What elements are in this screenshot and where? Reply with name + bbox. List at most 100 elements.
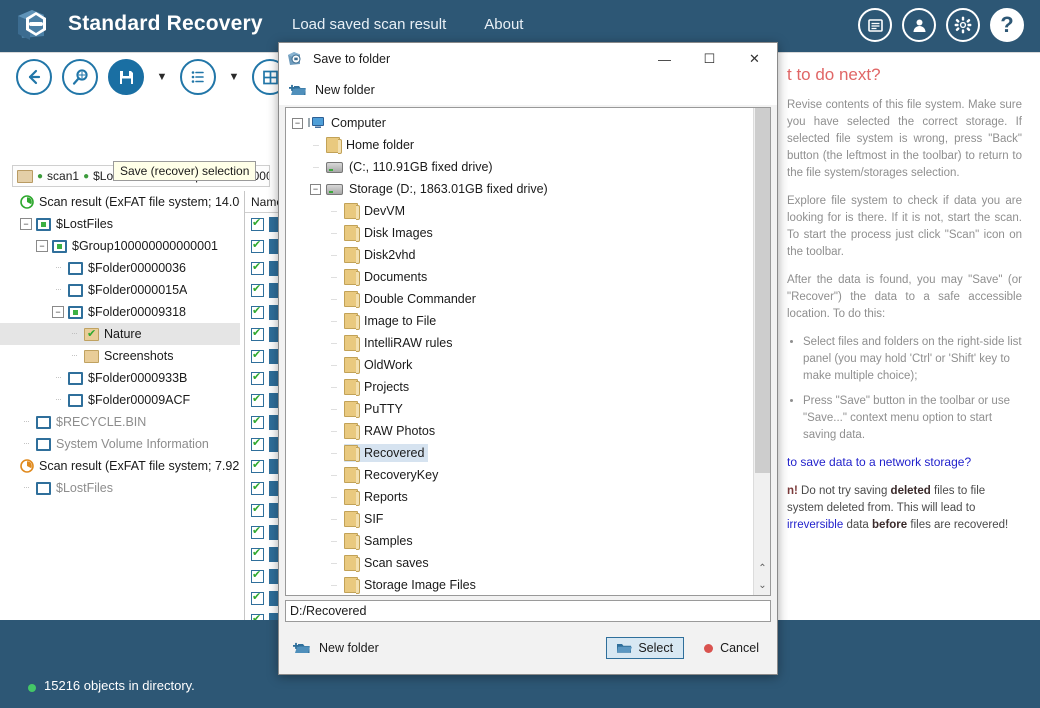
dialog-tree-item[interactable]: − Computer <box>286 112 753 134</box>
dialog-tree-item[interactable]: ··· Storage Image Files <box>286 574 753 595</box>
tree-item[interactable]: ··· $LostFiles <box>0 477 240 499</box>
dialog-tree-item[interactable]: ··· Recovered <box>286 442 753 464</box>
dialog-scrollbar-thumb[interactable] <box>755 108 770 473</box>
dialog-tree-item[interactable]: ··· PuTTY <box>286 398 753 420</box>
row-checkbox[interactable] <box>251 480 264 495</box>
tree-item[interactable]: ··· $Folder0000933B <box>0 367 240 389</box>
dialog-tree-item-label: Computer <box>331 116 386 130</box>
row-checkbox[interactable] <box>251 524 264 539</box>
row-checkbox[interactable] <box>251 348 264 363</box>
row-checkbox[interactable] <box>251 238 264 253</box>
dialog-tree-item[interactable]: ··· (C:, 110.91GB fixed drive) <box>286 156 753 178</box>
tree-item[interactable]: − $Folder00009318 <box>0 301 240 323</box>
dialog-tree-item[interactable]: − Storage (D:, 1863.01GB fixed drive) <box>286 178 753 200</box>
tree-item[interactable]: ··· $Folder00009ACF <box>0 389 240 411</box>
row-checkbox[interactable] <box>251 326 264 341</box>
notes-icon[interactable] <box>858 8 892 42</box>
list-options-dropdown-caret[interactable]: ▼ <box>226 71 242 83</box>
tree-item[interactable]: ··· $RECYCLE.BIN <box>0 411 240 433</box>
scan-button[interactable] <box>62 59 98 95</box>
app-title: Standard Recovery <box>68 12 263 35</box>
row-checkbox[interactable] <box>251 216 264 231</box>
breadcrumb-segment-0[interactable]: scan1 <box>47 169 79 183</box>
tree-item[interactable]: Scan result (ExFAT file system; 14.06 GB… <box>0 191 240 213</box>
dialog-tree-item[interactable]: ··· IntelliRAW rules <box>286 332 753 354</box>
row-checkbox[interactable] <box>251 414 264 429</box>
tree-item[interactable]: ··· $Folder0000015A <box>0 279 240 301</box>
dialog-tree-item[interactable]: ··· Image to File <box>286 310 753 332</box>
folder-icon <box>344 555 360 572</box>
dialog-tree-item[interactable]: ··· Projects <box>286 376 753 398</box>
row-checkbox[interactable] <box>251 590 264 605</box>
menu-about[interactable]: About <box>484 16 523 33</box>
select-button[interactable]: Select <box>606 637 685 659</box>
dialog-tree-item[interactable]: ··· Documents <box>286 266 753 288</box>
dialog-tree-item[interactable]: ··· Double Commander <box>286 288 753 310</box>
row-checkbox[interactable] <box>251 260 264 275</box>
dialog-tree-item[interactable]: ··· OldWork <box>286 354 753 376</box>
dialog-folder-tree[interactable]: − Computer ··· Home folder ··· (C:, 110.91GB … <box>286 108 753 595</box>
help-network-storage-link[interactable]: to save data to a network storage? <box>787 455 1022 469</box>
selected-path-field[interactable]: D:/Recovered <box>285 600 771 622</box>
dialog-tree-item[interactable]: ··· DevVM <box>286 200 753 222</box>
new-folder-button-bottom[interactable]: New folder <box>293 641 379 656</box>
cancel-button[interactable]: Cancel <box>698 638 765 658</box>
menu-load-saved-scan-result[interactable]: Load saved scan result <box>292 16 446 33</box>
dialog-tree-item[interactable]: ··· RAW Photos <box>286 420 753 442</box>
scroll-up-arrow-icon[interactable]: ⌃ <box>755 561 770 577</box>
clock-orange-icon <box>20 459 34 473</box>
tree-item[interactable]: ··· ✔ Nature <box>0 323 240 345</box>
maximize-button[interactable]: ☐ <box>687 43 732 75</box>
dialog-tree-item[interactable]: ··· Samples <box>286 530 753 552</box>
expander-minus-icon[interactable]: − <box>292 117 303 129</box>
dialog-tree-item[interactable]: ··· Scan saves <box>286 552 753 574</box>
folder-blue-icon <box>68 261 83 275</box>
help-icon[interactable]: ? <box>990 8 1024 42</box>
row-checkbox[interactable] <box>251 568 264 583</box>
tree-item[interactable]: Scan result (ExFAT file system; 7.92 GB … <box>0 455 240 477</box>
folder-blue-icon <box>36 437 51 451</box>
scan-result-tree[interactable]: Scan result (ExFAT file system; 14.06 GB… <box>0 191 240 641</box>
expander-minus-icon[interactable]: − <box>20 218 32 230</box>
dialog-tree-item[interactable]: ··· Disk Images <box>286 222 753 244</box>
expander-minus-icon[interactable]: − <box>36 240 48 252</box>
tree-item[interactable]: − $LostFiles <box>0 213 240 235</box>
expander-minus-icon[interactable]: − <box>310 183 321 195</box>
save-recover-button[interactable] <box>108 59 144 95</box>
row-checkbox[interactable] <box>251 436 264 451</box>
dialog-tree-item[interactable]: ··· SIF <box>286 508 753 530</box>
tree-item-label: $Folder0000933B <box>88 371 188 385</box>
dialog-tree-item[interactable]: ··· Disk2vhd <box>286 244 753 266</box>
back-button[interactable] <box>16 59 52 95</box>
recovery-cube-logo-icon <box>14 2 58 46</box>
tree-item[interactable]: ··· $Folder00000036 <box>0 257 240 279</box>
tree-item[interactable]: − $Group100000000000001 <box>0 235 240 257</box>
dialog-tree-item-content: Samples <box>344 532 417 550</box>
row-checkbox[interactable] <box>251 546 264 561</box>
save-dropdown-caret[interactable]: ▼ <box>154 71 170 83</box>
dialog-tree-item[interactable]: ··· Home folder <box>286 134 753 156</box>
new-folder-button-top[interactable]: New folder <box>279 75 777 105</box>
row-checkbox[interactable] <box>251 370 264 385</box>
status-text: 15216 objects in directory. <box>44 678 195 693</box>
dialog-tree-vertical-scrollbar[interactable]: ⌃ ⌄ <box>753 108 770 595</box>
minimize-button[interactable]: — <box>642 43 687 75</box>
tree-item[interactable]: ··· Screenshots <box>0 345 240 367</box>
row-checkbox[interactable] <box>251 282 264 297</box>
list-options-button[interactable] <box>180 59 216 95</box>
tree-item[interactable]: ··· System Volume Information <box>0 433 240 455</box>
row-checkbox[interactable] <box>251 392 264 407</box>
row-checkbox[interactable] <box>251 458 264 473</box>
dialog-tree-item[interactable]: ··· RecoveryKey <box>286 464 753 486</box>
settings-gear-icon[interactable] <box>946 8 980 42</box>
close-icon[interactable]: ✕ <box>732 43 777 75</box>
scroll-down-arrow-icon[interactable]: ⌄ <box>755 578 770 594</box>
help-bullet-list: Select files and folders on the right-si… <box>787 334 1022 444</box>
help-warning-irreversible-link[interactable]: irreversible <box>787 519 843 531</box>
expander-minus-icon[interactable]: − <box>52 306 64 318</box>
row-checkbox[interactable] <box>251 304 264 319</box>
dialog-tree-item[interactable]: ··· Reports <box>286 486 753 508</box>
row-checkbox[interactable] <box>251 502 264 517</box>
tree-connector: ··· <box>330 491 338 502</box>
user-account-icon[interactable] <box>902 8 936 42</box>
